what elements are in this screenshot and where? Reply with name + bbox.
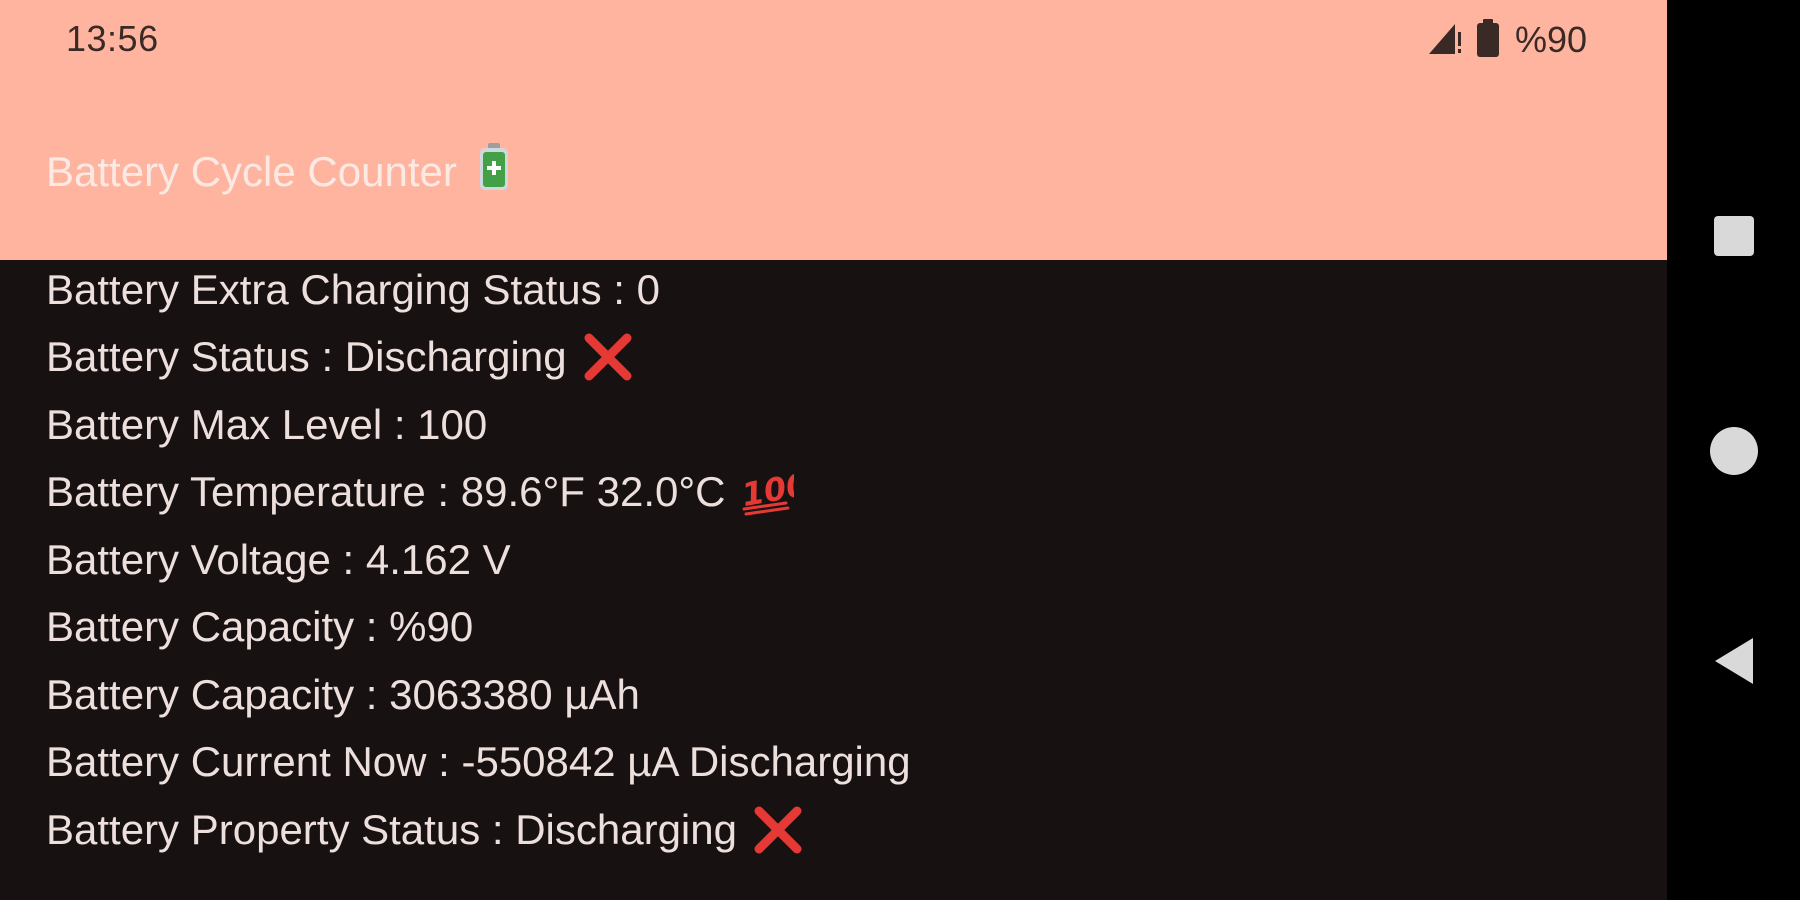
info-row-text: Battery Current Now : -550842 µA Dischar… [46, 738, 911, 786]
back-button[interactable] [1667, 603, 1800, 723]
battery-percent: %90 [1514, 19, 1587, 60]
top-app-bar: 13:56 %90 Battery Cycle Counter [0, 0, 1667, 260]
home-icon [1709, 427, 1758, 475]
cross-mark-icon [751, 805, 805, 855]
recents-button[interactable] [1667, 176, 1800, 296]
info-row-voltage: Battery Voltage : 4.162 V [46, 526, 1646, 594]
info-row-text: Battery Voltage : 4.162 V [46, 535, 511, 583]
back-icon [1711, 636, 1757, 691]
info-row-text: Battery Capacity : %90 [46, 603, 474, 651]
battery-info-list: Battery Extra Charging Status : 0 Batter… [46, 256, 1646, 864]
battery-icon [477, 142, 511, 202]
info-row-temperature: Battery Temperature : 89.6°F 32.0°C 100 [46, 459, 1646, 527]
info-row-property-status: Battery Property Status : Discharging [46, 796, 1646, 864]
info-row-text: Battery Temperature : 89.6°F 32.0°C [46, 468, 726, 516]
info-row-text: Battery Status : Discharging [46, 333, 567, 381]
info-row-max-level: Battery Max Level : 100 [46, 391, 1646, 459]
home-button[interactable] [1667, 391, 1800, 511]
app-screen: 13:56 %90 Battery Cycle Counter Battery … [0, 0, 1667, 900]
signal-no-data-icon [1425, 18, 1465, 63]
info-row-current-now: Battery Current Now : -550842 µA Dischar… [46, 729, 1646, 797]
info-row-extra-charging-status: Battery Extra Charging Status : 0 [46, 256, 1646, 324]
app-title-text: Battery Cycle Counter [46, 148, 457, 195]
status-icons: %90 [1425, 18, 1587, 62]
app-title: Battery Cycle Counter [46, 142, 511, 202]
battery-icon [1475, 18, 1501, 63]
status-time: 13:56 [66, 18, 159, 59]
info-row-text: Battery Property Status : Discharging [46, 805, 737, 853]
info-row-text: Battery Max Level : 100 [46, 400, 488, 448]
hundred-points-icon: 100 [740, 466, 794, 518]
status-bar: 13:56 %90 [0, 0, 1667, 80]
info-row-capacity-percent: Battery Capacity : %90 [46, 594, 1646, 662]
recents-icon [1713, 216, 1754, 256]
navigation-bar [1667, 0, 1800, 900]
info-row-text: Battery Capacity : 3063380 µAh [46, 670, 640, 718]
info-row-capacity-uah: Battery Capacity : 3063380 µAh [46, 661, 1646, 729]
cross-mark-icon [581, 332, 635, 382]
info-row-battery-status: Battery Status : Discharging [46, 324, 1646, 392]
info-row-text: Battery Extra Charging Status : 0 [46, 265, 660, 313]
